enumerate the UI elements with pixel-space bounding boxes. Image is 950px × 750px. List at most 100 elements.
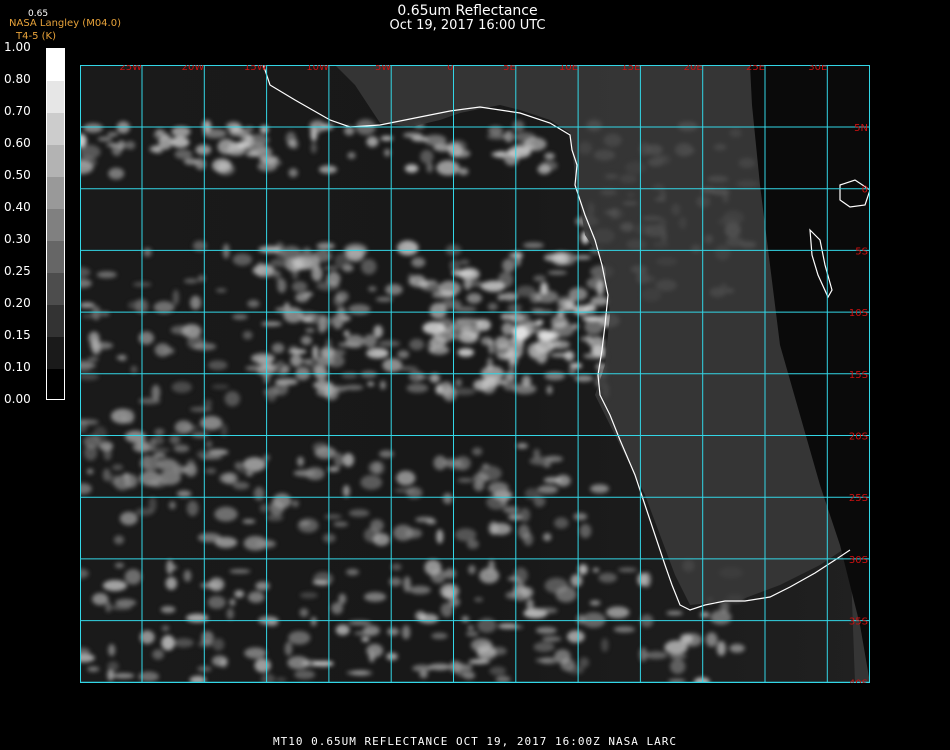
cloud-patch (544, 253, 565, 262)
cloud-patch (408, 273, 415, 286)
cloud-patch (83, 123, 103, 133)
cloud-patch (543, 463, 551, 468)
cloud-patch (468, 659, 490, 665)
cloud-patch (338, 593, 347, 605)
cloud-patch (334, 452, 344, 468)
cloud-patch (149, 438, 156, 451)
cloud-patch (152, 649, 164, 660)
cloud-patch (442, 458, 463, 467)
colorbar-segment (47, 145, 64, 178)
cloud-patch (234, 590, 245, 598)
colorbar-segment (47, 209, 64, 242)
cloud-patch (472, 447, 483, 456)
cloud-patch (557, 309, 565, 318)
cloud-patch (403, 132, 423, 138)
colorbar-tick-label: 0.80 (4, 72, 31, 86)
cloud-patch (498, 623, 518, 629)
cloud-patch (345, 334, 365, 348)
cloud-patch (335, 291, 349, 302)
cloud-patch (412, 664, 432, 672)
cloud-patch (86, 468, 94, 475)
cloud-patch (326, 317, 347, 325)
cloud-patch (426, 162, 434, 173)
cloud-patch (302, 291, 313, 297)
colorbar-tick-label: 0.10 (4, 360, 31, 374)
cloud-patch (138, 671, 159, 682)
cloud-patch (170, 136, 190, 148)
cloud-patch (102, 580, 127, 591)
cloud-patch (245, 365, 268, 372)
cloud-patch (487, 302, 498, 311)
cloud-patch (547, 270, 568, 275)
cloud-patch (219, 473, 236, 484)
cloud-patch (473, 379, 490, 391)
cloud-patch (288, 631, 311, 645)
cloud-patch (242, 330, 253, 340)
cloud-patch (473, 318, 483, 325)
colorbar-tick-label: 0.60 (4, 136, 31, 150)
cloud-patch (327, 466, 340, 472)
cloud-patch (226, 121, 242, 132)
cloud-patch (601, 638, 609, 653)
longitude-label: 25W (119, 65, 142, 73)
cloud-patch (113, 535, 125, 545)
colorbar-legend: 1.00 0.80 0.70 0.60 0.50 0.40 0.30 0.25 0.20 0.15… (0, 40, 70, 406)
cloud-patch (584, 303, 596, 313)
map-datetime: Oct 19, 2017 16:00 UTC (389, 18, 546, 33)
cloud-patch (459, 259, 470, 265)
cloud-patch (420, 281, 441, 292)
cloud-patch (166, 559, 174, 575)
cloud-patch (533, 275, 546, 282)
latitude-label: 25S (849, 493, 868, 504)
cloud-patch (474, 597, 484, 602)
cloud-patch (590, 296, 609, 306)
cloud-patch (429, 302, 447, 319)
cloud-patch (222, 243, 230, 259)
cloud-patch (431, 291, 455, 299)
cloud-patch (174, 149, 193, 160)
cloud-patch (543, 477, 562, 484)
cloud-patch (196, 450, 214, 459)
colorbar-tick-label: 0.15 (4, 328, 31, 342)
cloud-patch (418, 613, 439, 624)
cloud-patch (580, 336, 591, 342)
colorbar-tick-label: 1.00 (4, 40, 31, 54)
cloud-patch (301, 359, 313, 365)
cloud-patch (293, 469, 316, 477)
cloud-patch (246, 134, 270, 146)
cloud-patch (256, 357, 273, 366)
cloud-patch (97, 136, 113, 142)
cloud-patch (387, 627, 399, 636)
cloud-patch (546, 385, 553, 395)
cloud-patch (458, 167, 469, 176)
cloud-patch (116, 355, 126, 360)
latitude-label: 0 (862, 185, 868, 196)
cloud-patch (148, 496, 157, 513)
cloud-patch (540, 282, 549, 295)
latitude-label: 40S (849, 678, 868, 683)
cloud-patch (424, 559, 442, 576)
cloud-patch (644, 651, 668, 660)
cloud-patch (275, 271, 282, 283)
cloud-patch (125, 140, 136, 150)
cloud-patch (323, 265, 339, 271)
cloud-patch (154, 428, 165, 436)
cloud-patch (313, 571, 334, 586)
cloud-patch (215, 288, 227, 293)
cloud-patch (466, 293, 482, 304)
cloud-patch (253, 486, 265, 501)
cloud-patch (91, 337, 101, 352)
cloud-patch (503, 506, 520, 514)
cloud-patch (291, 500, 299, 508)
latitude-label: 20S (849, 432, 868, 443)
cloud-patch (449, 259, 461, 272)
satellite-map[interactable]: 25W20W15W10W5W05E10E15E20E25E30E35E5N05S… (80, 65, 870, 683)
cloud-patch (544, 371, 566, 381)
cloud-patch (397, 366, 418, 371)
cloud-patch (453, 149, 471, 158)
cloud-patch (212, 638, 225, 651)
colorbar-tick-label: 0.30 (4, 232, 31, 246)
cloud-patch (579, 523, 592, 539)
longitude-label: 5E (503, 65, 516, 73)
longitude-label: 20W (182, 65, 205, 73)
